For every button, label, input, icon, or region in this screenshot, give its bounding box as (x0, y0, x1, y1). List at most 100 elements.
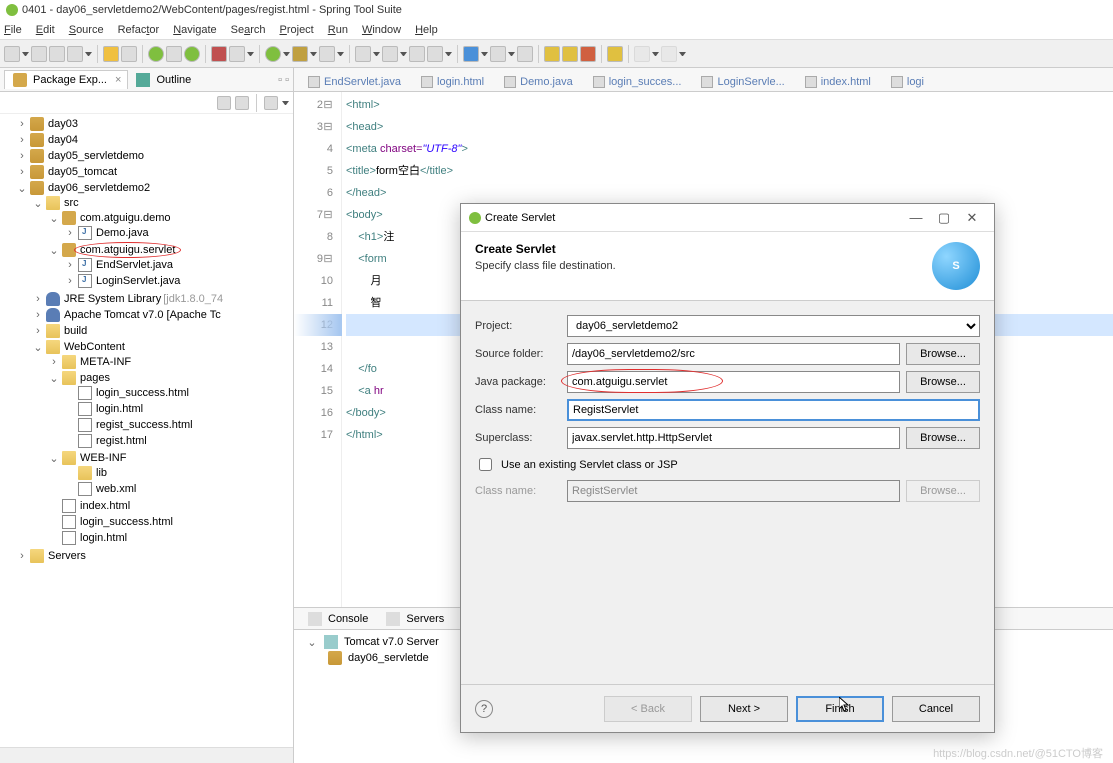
dd6[interactable] (337, 52, 344, 56)
tree-item[interactable]: LoginServlet.java (94, 275, 182, 287)
next-button[interactable]: Next > (700, 696, 788, 722)
new-interface-icon[interactable] (427, 46, 443, 62)
editor-tab[interactable]: Demo.java (494, 73, 583, 91)
dd10[interactable] (481, 52, 488, 56)
tree-item[interactable]: pages (78, 372, 112, 384)
tree-item[interactable]: login.html (94, 403, 145, 415)
link-editor-icon[interactable] (235, 96, 249, 110)
twisty-icon[interactable]: › (64, 259, 76, 271)
save-icon[interactable] (31, 46, 47, 62)
debug-icon[interactable] (103, 46, 119, 62)
new-server-icon[interactable] (355, 46, 371, 62)
tree-item[interactable]: WEB-INF (78, 452, 128, 464)
build-icon[interactable] (121, 46, 137, 62)
dialog-title-bar[interactable]: Create Servlet — ▢ ✕ (461, 204, 994, 232)
editor-tab[interactable]: logi (881, 73, 934, 91)
tree-item[interactable]: day04 (46, 134, 80, 146)
collapse-all-icon[interactable] (217, 96, 231, 110)
servers-tab[interactable]: Servers (376, 610, 452, 628)
tree-item[interactable]: login_success.html (94, 387, 191, 399)
close-icon[interactable]: × (115, 74, 121, 86)
menu-help[interactable]: Help (415, 24, 438, 36)
menu-edit[interactable]: Edit (36, 24, 55, 36)
tree-item[interactable]: index.html (78, 500, 132, 512)
tree-item[interactable]: EndServlet.java (94, 259, 175, 271)
tree-item[interactable]: regist.html (94, 435, 149, 447)
twisty-icon[interactable]: › (16, 118, 28, 130)
new-class-icon[interactable] (409, 46, 425, 62)
tree-item[interactable]: day06_servletdemo2 (46, 182, 152, 194)
skip-icon[interactable] (166, 46, 182, 62)
tree-item[interactable]: day03 (46, 118, 80, 130)
dd7[interactable] (373, 52, 380, 56)
dd11[interactable] (508, 52, 515, 56)
misc-icon[interactable] (229, 46, 245, 62)
dd4[interactable] (283, 52, 290, 56)
twisty-icon[interactable]: ⌄ (48, 372, 60, 385)
twisty-icon[interactable]: ⌄ (306, 636, 318, 649)
outline-tab[interactable]: Outline (128, 71, 197, 89)
twisty-icon[interactable]: › (64, 227, 76, 239)
forward-icon[interactable] (661, 46, 677, 62)
tree-item[interactable]: build (62, 325, 89, 337)
folder-icon[interactable] (544, 46, 560, 62)
editor-tab[interactable]: login_succes... (583, 73, 692, 91)
twisty-icon[interactable]: ⌄ (48, 244, 60, 257)
tree-item[interactable]: lib (94, 467, 109, 479)
tree-item[interactable]: login_success.html (78, 516, 175, 528)
tree-item[interactable]: day05_servletdemo (46, 150, 146, 162)
profile-icon[interactable] (319, 46, 335, 62)
tree-item[interactable]: regist_success.html (94, 419, 195, 431)
twisty-icon[interactable]: › (16, 150, 28, 162)
editor-tab[interactable]: login.html (411, 73, 494, 91)
save-all-icon[interactable] (49, 46, 65, 62)
superclass-input[interactable] (567, 427, 900, 449)
twisty-icon[interactable]: › (16, 134, 28, 146)
dd3[interactable] (247, 52, 254, 56)
editor-tab[interactable]: EndServlet.java (298, 73, 411, 91)
cancel-button[interactable]: Cancel (892, 696, 980, 722)
back-icon[interactable] (634, 46, 650, 62)
stop-icon[interactable] (211, 46, 227, 62)
tree-item[interactable]: Apache Tomcat v7.0 [Apache Tc (62, 309, 223, 321)
dd13[interactable] (679, 52, 686, 56)
tree-item-circled[interactable]: com.atguigu.servlet (78, 244, 177, 256)
menu-window[interactable]: Window (362, 24, 401, 36)
print-icon[interactable] (67, 46, 83, 62)
twisty-icon[interactable]: ⌄ (48, 452, 60, 465)
new-package-icon[interactable] (382, 46, 398, 62)
twisty-icon[interactable]: ⌄ (32, 197, 44, 210)
tree-item[interactable]: src (62, 197, 81, 209)
dd12[interactable] (652, 52, 659, 56)
new-dd[interactable] (22, 52, 29, 56)
source-folder-input[interactable] (567, 343, 900, 365)
debug-as-icon[interactable] (292, 46, 308, 62)
twisty-icon[interactable]: › (16, 166, 28, 178)
package-explorer-tab[interactable]: Package Exp... × (4, 70, 128, 89)
run-icon[interactable] (148, 46, 164, 62)
twisty-icon[interactable]: › (32, 293, 44, 305)
open-task-icon[interactable] (517, 46, 533, 62)
filter-icon[interactable] (264, 96, 278, 110)
dd8[interactable] (400, 52, 407, 56)
dd2[interactable] (85, 52, 92, 56)
new-icon[interactable] (4, 46, 20, 62)
server-module[interactable]: day06_servletde (348, 652, 429, 664)
editor-tab[interactable]: index.html (795, 73, 881, 91)
search-icon[interactable] (490, 46, 506, 62)
twisty-icon[interactable]: ⌄ (32, 341, 44, 354)
scrollbar[interactable] (0, 747, 293, 763)
twisty-icon[interactable]: › (48, 356, 60, 368)
java-package-input[interactable] (567, 371, 900, 393)
browse-package-button[interactable]: Browse... (906, 371, 980, 393)
class-name-input[interactable] (567, 399, 980, 421)
twisty-icon[interactable]: ⌄ (48, 212, 60, 225)
tree-item[interactable]: com.atguigu.demo (78, 212, 173, 224)
editor-tab[interactable]: LoginServle... (691, 73, 794, 91)
twisty-icon[interactable]: › (64, 275, 76, 287)
twisty-icon[interactable]: › (32, 309, 44, 321)
browse-superclass-button[interactable]: Browse... (906, 427, 980, 449)
menu-refactor[interactable]: Refactor (118, 24, 160, 36)
tree-item[interactable]: WebContent (62, 341, 127, 353)
tag-icon[interactable] (580, 46, 596, 62)
